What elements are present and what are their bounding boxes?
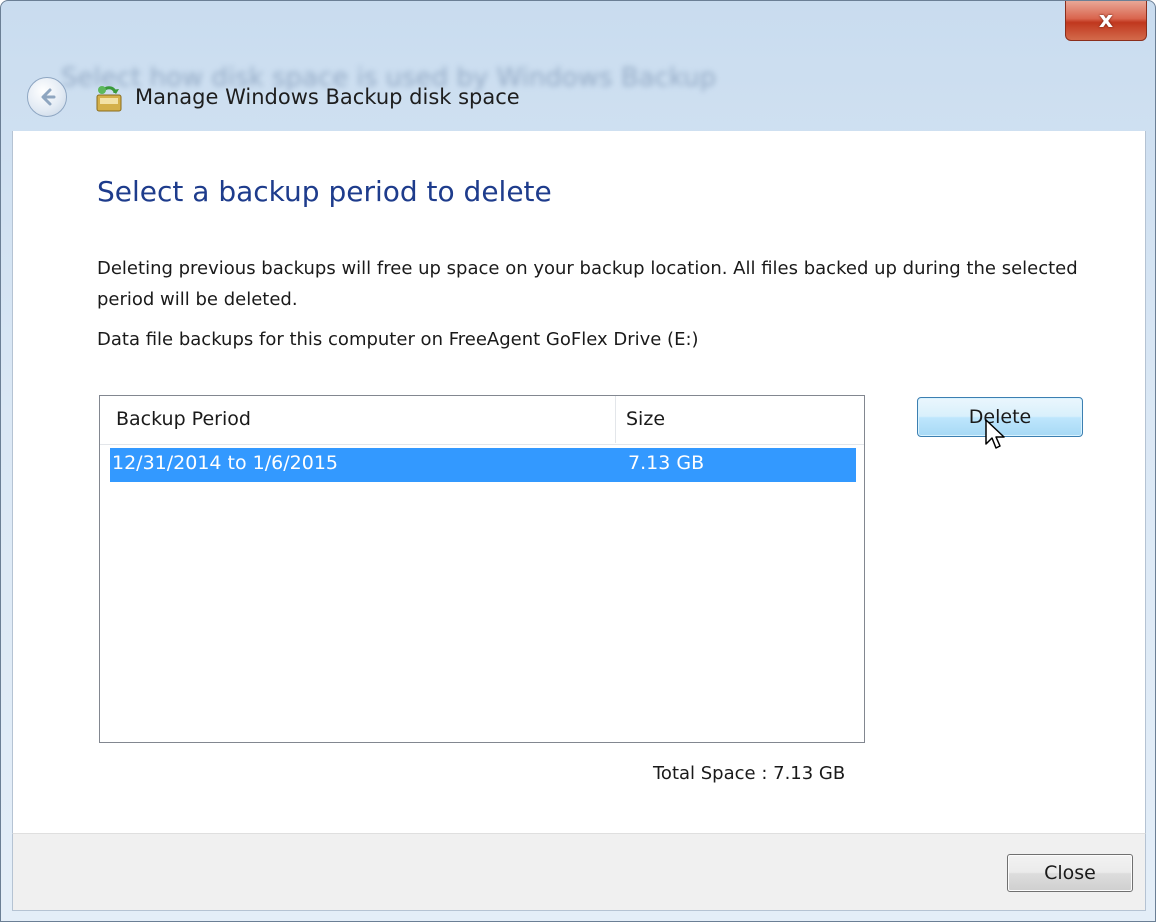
back-arrow-icon: [41, 88, 56, 106]
backup-icon: [96, 86, 122, 112]
total-space-label: Total Space : 7.13 GB: [653, 763, 846, 784]
back-button[interactable]: [27, 77, 67, 117]
window-close-button[interactable]: x: [1065, 1, 1147, 41]
window-title: Manage Windows Backup disk space: [135, 85, 520, 109]
backup-period-list[interactable]: Backup Period Size 12/31/2014 to 1/6/201…: [99, 395, 865, 743]
table-row[interactable]: 12/31/2014 to 1/6/2015 7.13 GB: [110, 448, 856, 482]
content-panel: Select a backup period to delete Deletin…: [12, 131, 1146, 833]
cell-backup-period: 12/31/2014 to 1/6/2015: [112, 452, 338, 474]
cell-size: 7.13 GB: [628, 452, 705, 474]
column-divider[interactable]: [615, 396, 616, 443]
list-header: Backup Period Size: [100, 396, 864, 445]
close-button[interactable]: Close: [1007, 854, 1133, 892]
location-label: Data file backups for this computer on F…: [97, 329, 699, 350]
column-header-backup-period[interactable]: Backup Period: [116, 408, 251, 430]
dialog-window: Select how disk space is used by Windows…: [0, 0, 1156, 922]
dialog-footer: Close: [12, 833, 1146, 911]
close-icon: x: [1098, 8, 1114, 33]
mouse-pointer-icon: [985, 419, 1005, 449]
column-header-size[interactable]: Size: [626, 408, 665, 430]
page-heading: Select a backup period to delete: [97, 175, 552, 208]
description-text: Deleting previous backups will free up s…: [97, 258, 1078, 310]
